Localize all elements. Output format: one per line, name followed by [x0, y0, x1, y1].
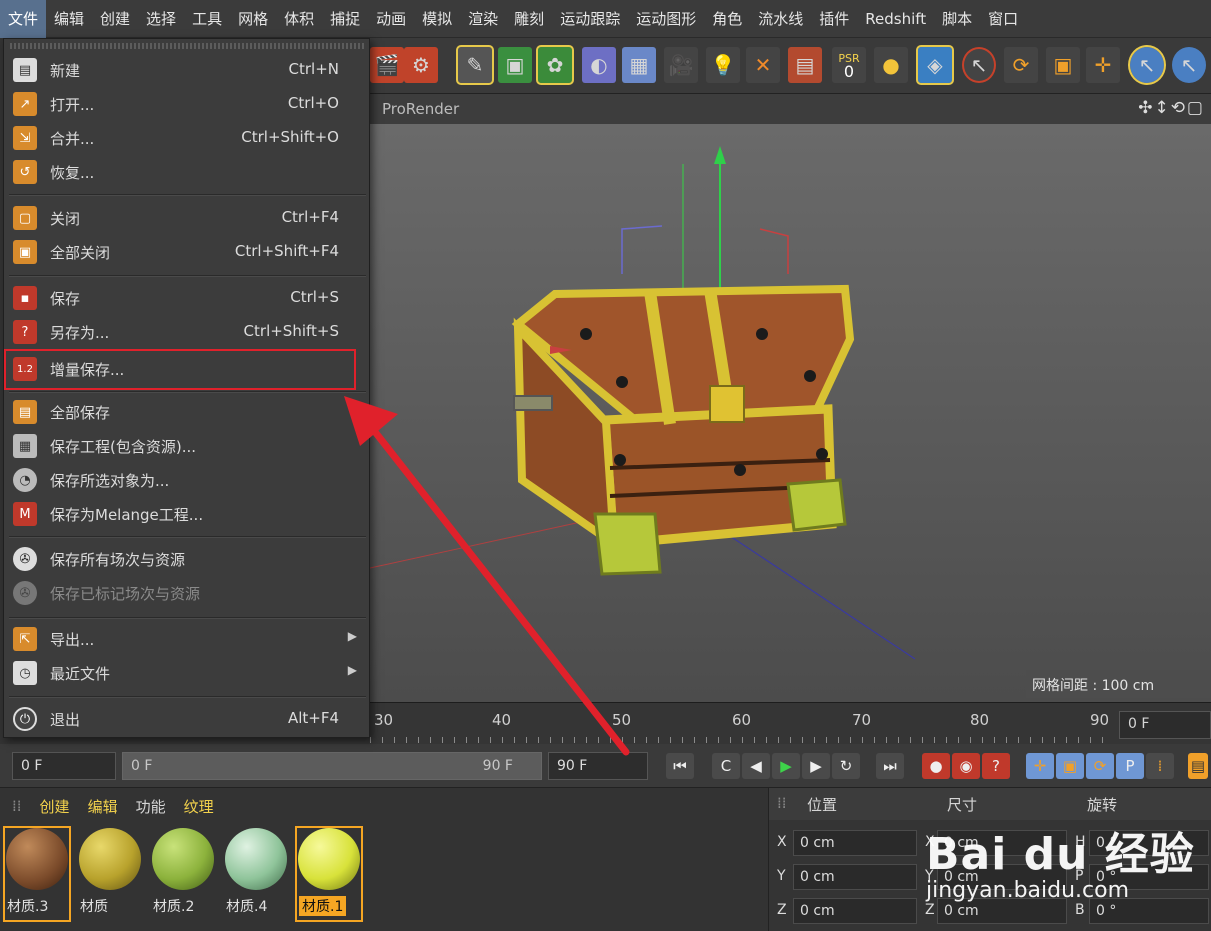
baidu-watermark: Bai du 经验 jingyan.baidu.com: [926, 818, 1195, 903]
arrow-head: [344, 396, 398, 446]
annotation-arrow: [344, 396, 630, 756]
watermark-logo: Bai du 经验: [926, 829, 1195, 880]
arrow-shaft: [368, 424, 630, 756]
watermark-url: jingyan.baidu.com: [926, 878, 1130, 903]
